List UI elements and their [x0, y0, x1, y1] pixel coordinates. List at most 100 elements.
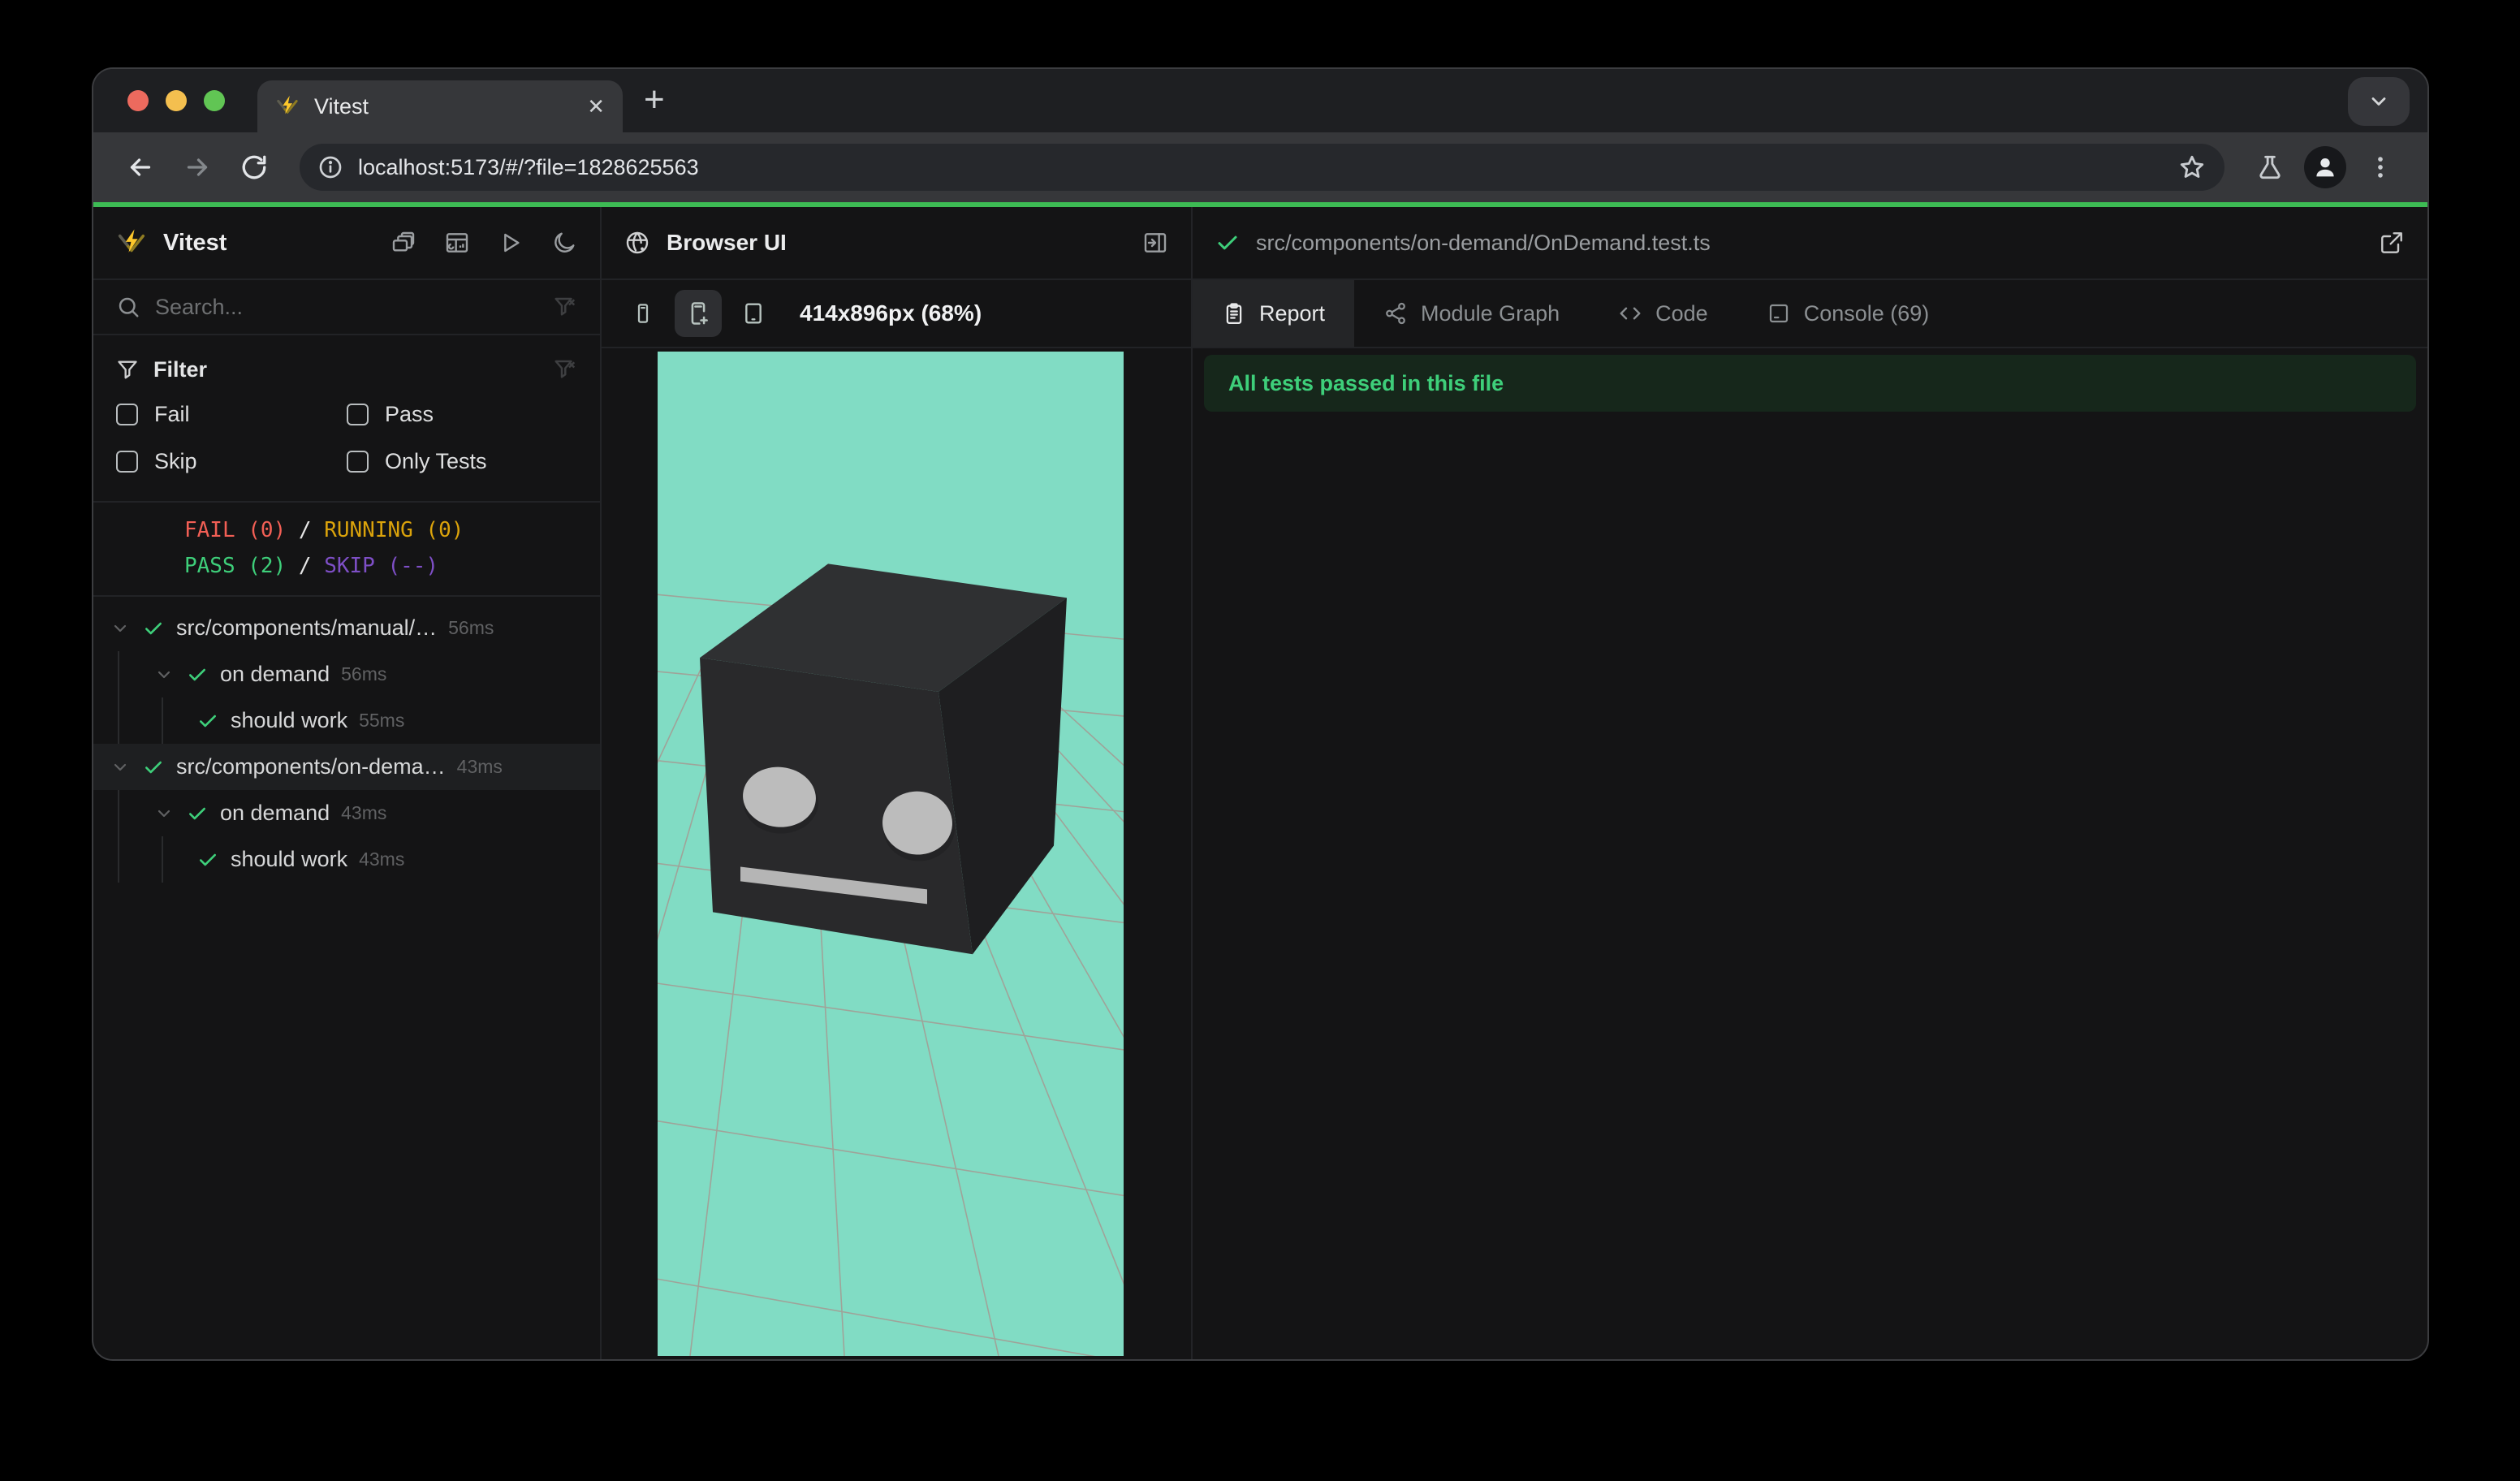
file-pass-check-icon [1215, 231, 1240, 255]
checkbox[interactable] [347, 403, 369, 425]
app-title: Vitest [163, 229, 227, 256]
test-duration: 55ms [359, 710, 405, 731]
checkbox[interactable] [116, 403, 138, 425]
new-tab-button[interactable]: + [644, 74, 665, 126]
browser-toolbar: localhost:5173/#/?file=1828625563 [93, 132, 2427, 202]
test-file-path: src/components/on-demand/OnDemand.test.t… [1256, 230, 1711, 255]
windows-stack-icon[interactable] [391, 230, 416, 256]
forward-button[interactable] [175, 145, 220, 190]
pass-check-icon [143, 617, 164, 640]
search-icon [116, 295, 140, 319]
threejs-scene [658, 352, 1124, 1356]
tab-report[interactable]: Report [1193, 280, 1355, 347]
file-row[interactable]: src/components/on-dema… 43ms [93, 744, 600, 790]
vitest-ui: Vitest Search... Filter Fail Pass Skip O… [93, 207, 2427, 1359]
file-row[interactable]: src/components/manual/… 56ms [93, 605, 600, 651]
tab-code[interactable]: Code [1589, 280, 1737, 347]
address-bar[interactable]: localhost:5173/#/?file=1828625563 [300, 144, 2224, 191]
browser-tab[interactable]: Vitest ✕ [257, 80, 623, 132]
device-tablet-button[interactable] [730, 290, 777, 337]
test-duration: 56ms [341, 663, 387, 684]
fail-count: FAIL (0) [184, 518, 287, 542]
viewport-dimensions-label: 414x896px (68%) [800, 300, 982, 326]
browser-window: Vitest ✕ + localhost:5173/#/?file=182862… [92, 67, 2429, 1361]
device-viewport[interactable] [658, 352, 1124, 1356]
report-tabs: Report Module Graph Code Console (69) [1193, 280, 2427, 348]
device-phone-plus-button[interactable] [675, 290, 722, 337]
report-icon [1222, 301, 1246, 326]
vitest-logo-icon [116, 227, 147, 258]
close-tab-icon[interactable]: ✕ [587, 96, 605, 117]
tab-search-button[interactable] [2348, 77, 2410, 126]
test-row[interactable]: should work 55ms [93, 697, 600, 744]
clear-search-filter-icon[interactable] [553, 295, 577, 319]
clear-filter-icon[interactable] [553, 357, 577, 382]
status-line-2: PASS (2) / SKIP (--) [184, 554, 439, 578]
open-external-icon[interactable] [2379, 230, 2405, 256]
funnel-icon [116, 358, 139, 381]
search-input[interactable] [155, 294, 538, 320]
pass-check-icon [143, 756, 164, 779]
indent-guide [118, 651, 153, 697]
test-name: on demand [220, 662, 330, 686]
reload-button[interactable] [231, 145, 277, 190]
tab-label: Code [1655, 300, 1708, 326]
overflow-menu-icon[interactable] [2358, 145, 2403, 190]
indent-guide [162, 697, 197, 744]
tab-title: Vitest [314, 93, 369, 119]
report-panel: src/components/on-demand/OnDemand.test.t… [1193, 207, 2427, 1359]
window-controls [93, 69, 257, 132]
checkbox[interactable] [347, 450, 369, 473]
tab-label: Module Graph [1421, 300, 1560, 326]
pass-check-icon [187, 802, 208, 825]
chevron-down-icon[interactable] [110, 758, 131, 777]
test-tree: src/components/manual/… 56ms on demand 56ms… [93, 597, 600, 1359]
device-phone-small-button[interactable] [619, 290, 667, 337]
back-button[interactable] [118, 145, 163, 190]
checkbox[interactable] [116, 450, 138, 473]
filter-checkbox-only-tests[interactable]: Only Tests [347, 438, 577, 485]
url-text: localhost:5173/#/?file=1828625563 [358, 154, 699, 179]
indent-guide [162, 836, 197, 883]
globe-icon [624, 230, 650, 256]
close-window-button[interactable] [127, 90, 149, 111]
chevron-down-icon[interactable] [110, 619, 131, 638]
chevron-down-icon[interactable] [153, 804, 175, 823]
zoom-window-button[interactable] [204, 90, 225, 111]
pass-check-icon [197, 848, 218, 871]
checkbox-label: Skip [154, 448, 197, 473]
dashboard-icon[interactable] [444, 230, 470, 256]
tab-module-graph[interactable]: Module Graph [1354, 280, 1589, 347]
minimize-window-button[interactable] [166, 90, 187, 111]
search-row [93, 280, 600, 335]
test-duration: 43ms [456, 756, 503, 777]
favicon-vitest-icon [275, 94, 300, 119]
run-all-icon[interactable] [498, 230, 524, 256]
tab-strip: Vitest ✕ + [93, 69, 2427, 132]
site-info-icon[interactable] [317, 154, 343, 180]
status-line-1: FAIL (0) / RUNNING (0) [184, 518, 464, 542]
indent-guide [118, 697, 153, 744]
device-toolbar: 414x896px (68%) [602, 280, 1191, 348]
filter-checkbox-pass[interactable]: Pass [347, 391, 577, 438]
profile-avatar[interactable] [2304, 146, 2346, 188]
tab-console-69[interactable]: Console (69) [1737, 280, 1959, 347]
skip-count: SKIP (--) [324, 554, 439, 578]
chevron-down-icon[interactable] [153, 665, 175, 684]
bookmark-star-icon[interactable] [2169, 145, 2215, 190]
test-row[interactable]: should work 43ms [93, 836, 600, 883]
filter-checkbox-fail[interactable]: Fail [116, 391, 347, 438]
dark-mode-toggle-icon[interactable] [551, 230, 577, 256]
test-status-summary: FAIL (0) / RUNNING (0) PASS (2) / SKIP (… [93, 503, 600, 597]
suite-row[interactable]: on demand 43ms [93, 790, 600, 836]
checkbox-label: Only Tests [385, 448, 487, 473]
browser-panel-header: Browser UI [602, 207, 1191, 280]
suite-row[interactable]: on demand 56ms [93, 651, 600, 697]
test-name: src/components/on-dema… [176, 754, 446, 779]
test-duration: 56ms [448, 617, 494, 638]
filter-checkbox-skip[interactable]: Skip [116, 438, 347, 485]
indent-guide [118, 836, 153, 883]
test-name: should work [231, 708, 348, 732]
experiments-flask-icon[interactable] [2247, 145, 2293, 190]
panel-right-open-icon[interactable] [1142, 230, 1168, 256]
